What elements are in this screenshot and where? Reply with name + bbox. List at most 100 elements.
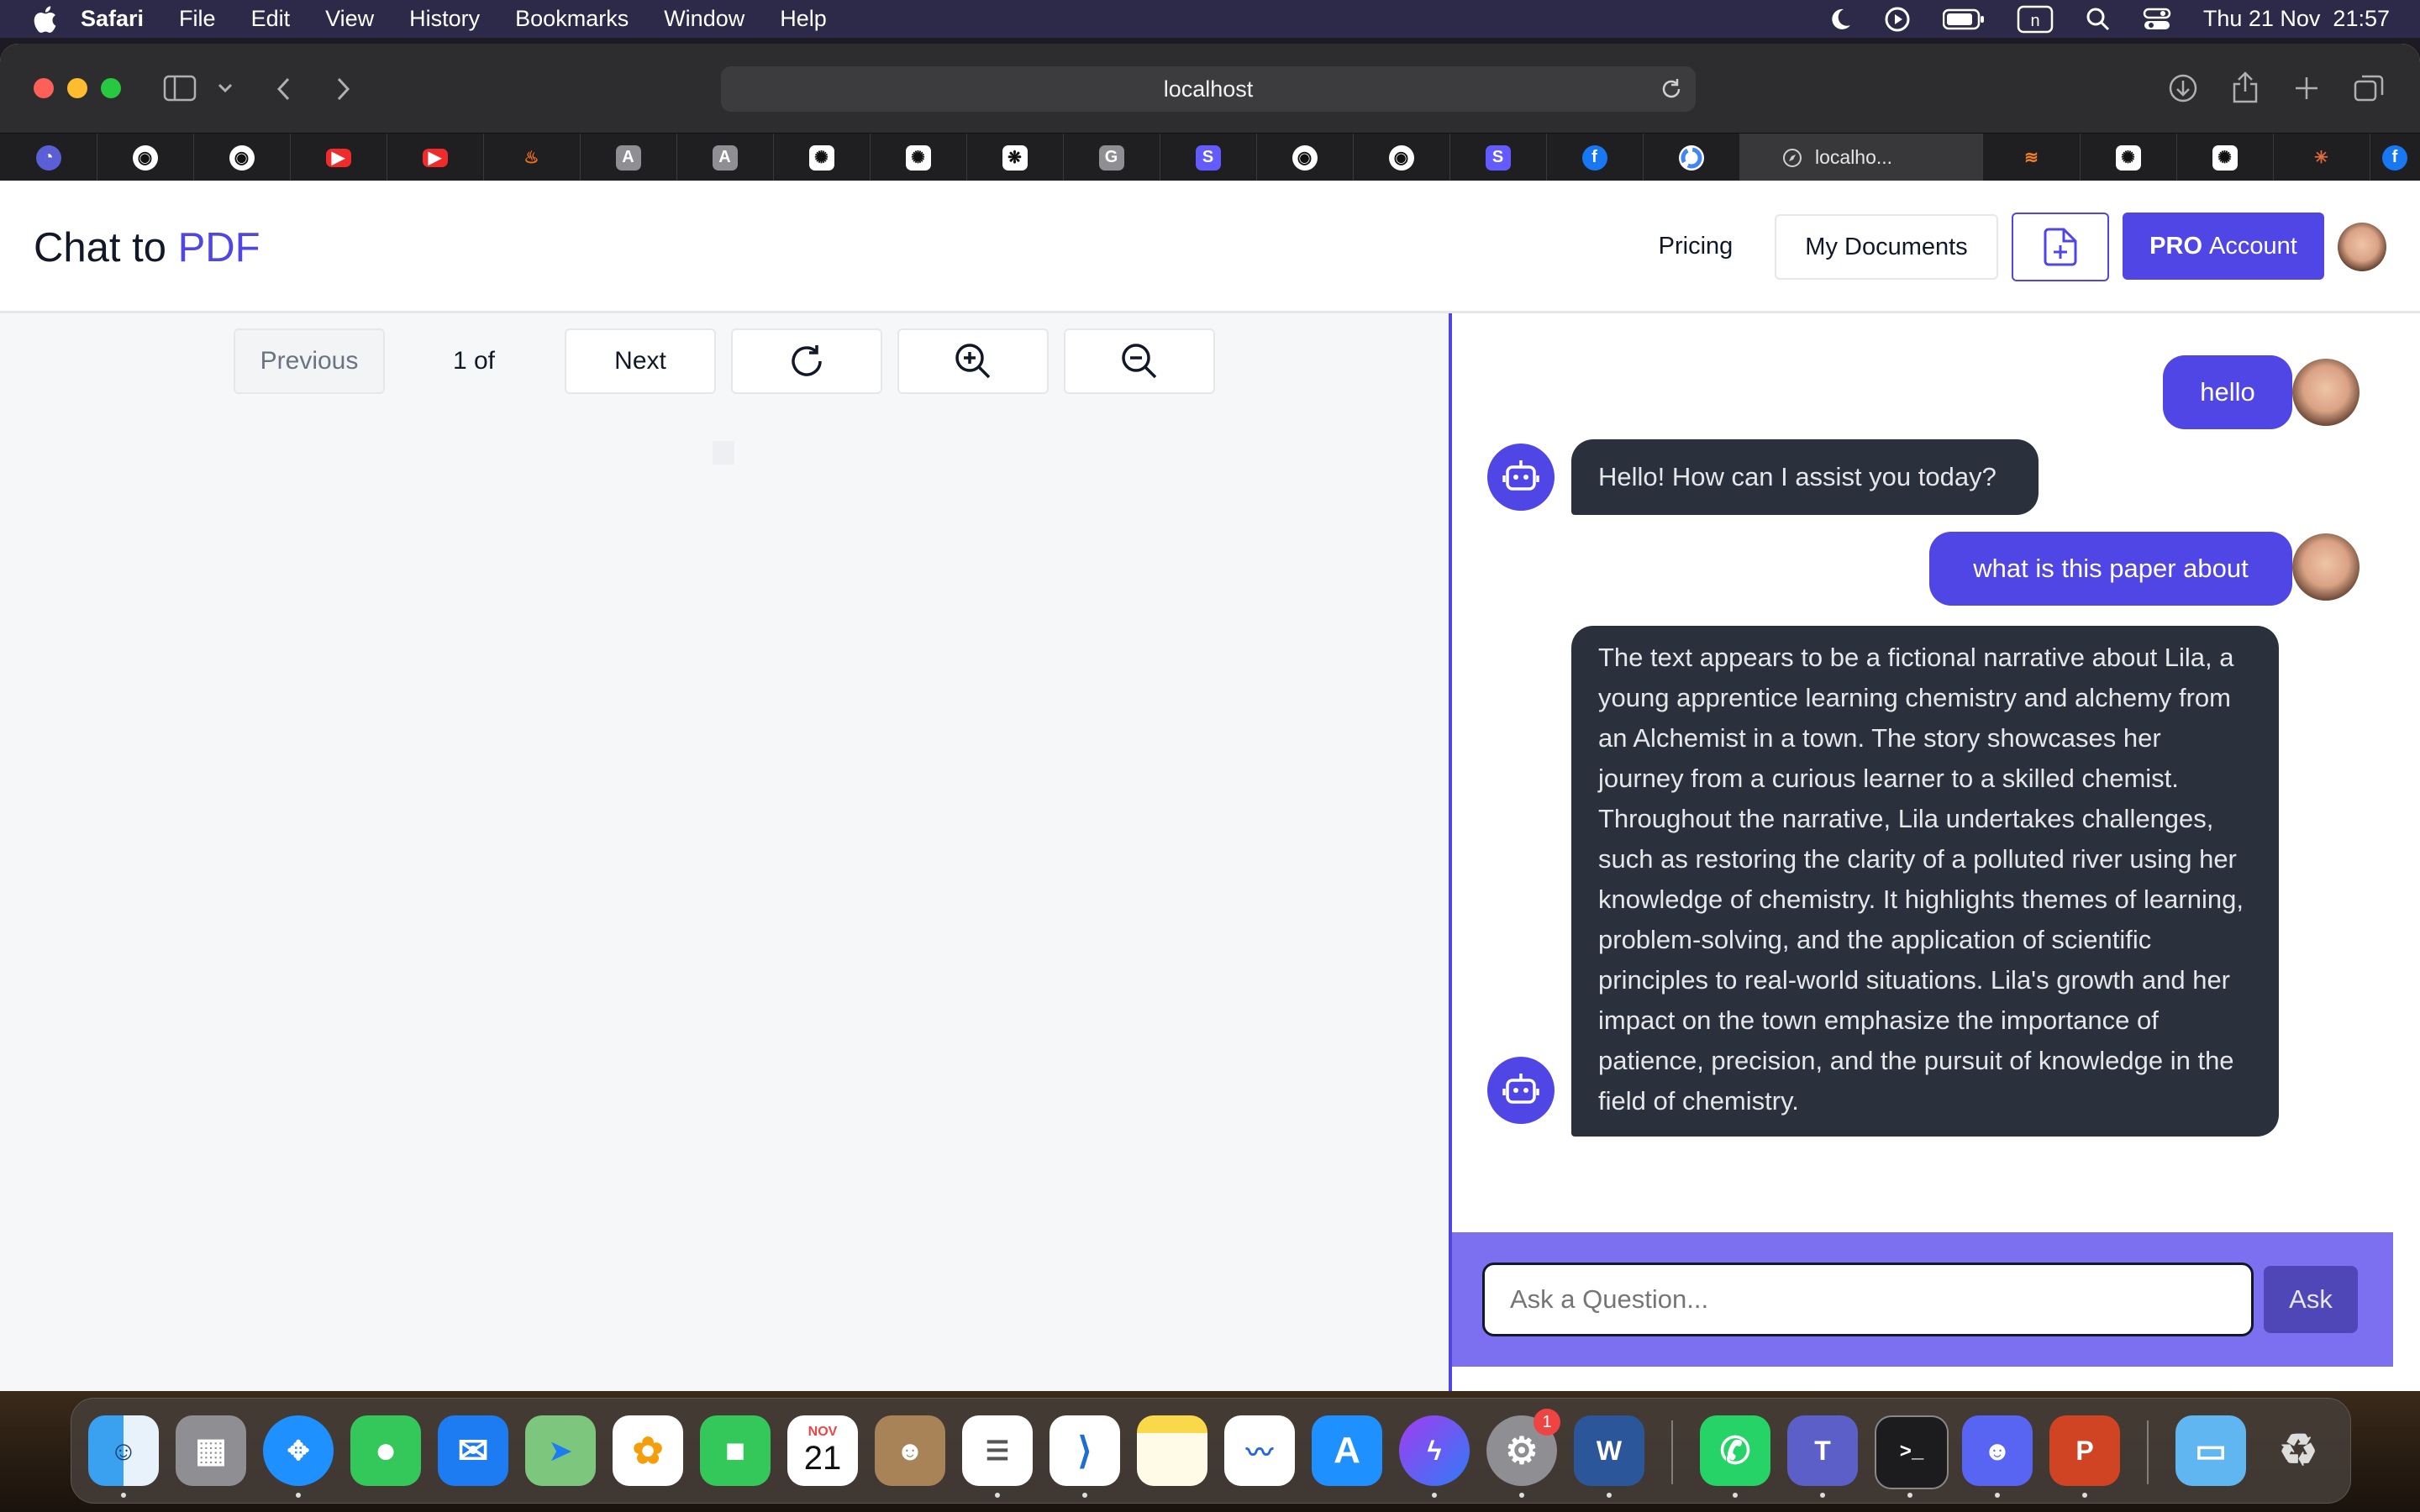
bot-avatar [1487,1057,1555,1124]
menu-edit[interactable]: Edit [251,6,291,32]
powerpoint-icon[interactable]: P [2049,1415,2120,1486]
menu-bar: Safari File Edit View History Bookmarks … [0,0,2420,38]
tab-24[interactable]: f [2370,134,2420,181]
new-tab-icon[interactable] [2293,75,2320,102]
moon-icon[interactable] [1827,7,1852,32]
menu-file[interactable]: File [179,6,216,32]
close-window-button[interactable] [34,78,54,98]
trash-icon[interactable]: ♻ [2263,1415,2333,1486]
battery-icon[interactable] [1942,8,1985,30]
tab-22[interactable]: ✺ [2176,134,2274,181]
tab-13[interactable]: S [1160,134,1257,181]
chevron-down-icon[interactable] [217,81,234,95]
reminders-icon[interactable]: ☰ [962,1415,1033,1486]
freeform-icon[interactable]: 〰 [1224,1415,1295,1486]
minimize-window-button[interactable] [67,78,87,98]
zoom-out-button[interactable] [1064,328,1215,394]
word-icon[interactable]: W [1574,1415,1644,1486]
user-message: hello [2163,355,2292,429]
maps-icon[interactable]: ➤ [525,1415,596,1486]
tab-1[interactable]: ◔ [0,134,97,181]
tab-5[interactable]: ▶ [387,134,484,181]
facebook-icon: f [2382,144,2407,171]
zoom-in-button[interactable] [897,328,1049,394]
pricing-link[interactable]: Pricing [1637,214,1754,278]
tab-4[interactable]: ▶ [290,134,387,181]
user-avatar[interactable] [2338,223,2386,271]
rotate-button[interactable] [731,328,882,394]
menu-app-name[interactable]: Safari [81,6,144,32]
tab-active[interactable]: localho... [1739,134,1983,181]
vscode-icon[interactable]: ⟩ [1050,1415,1120,1486]
bot-message: Hello! How can I assist you today? [1571,439,2039,515]
tab-8[interactable]: A [676,134,774,181]
terminal-icon[interactable]: >_ [1875,1415,1949,1489]
whatsapp-icon[interactable]: ✆ [1700,1415,1770,1486]
tab-16[interactable]: S [1449,134,1547,181]
next-page-button[interactable]: Next [565,328,716,394]
downloads-icon[interactable] [2168,73,2198,103]
tab-11[interactable]: ❋ [966,134,1064,181]
tab-9[interactable]: ✺ [773,134,871,181]
facetime-icon[interactable]: ■ [700,1415,771,1486]
menu-clock[interactable]: Thu 21 Nov 21:57 [2203,6,2390,32]
discord-icon[interactable]: ☻ [1962,1415,2033,1486]
messages-icon[interactable]: ● [350,1415,421,1486]
tab-3[interactable]: ◉ [193,134,291,181]
menu-bookmarks[interactable]: Bookmarks [515,6,629,32]
forward-icon[interactable] [332,76,354,102]
tab-overview-icon[interactable] [2353,73,2385,103]
search-icon[interactable] [2086,7,2111,32]
question-form: Ask [1452,1232,2393,1367]
n-app-icon[interactable]: n [2017,5,2054,34]
my-documents-button[interactable]: My Documents [1775,214,1998,280]
calendar-icon[interactable]: NOV 21 [787,1415,858,1486]
upload-document-button[interactable] [2012,213,2109,281]
tab-17[interactable]: f [1546,134,1644,181]
tab-2[interactable]: ◉ [97,134,194,181]
running-indicator [2082,1493,2087,1498]
pro-account-button[interactable]: PRO Account [2123,213,2324,280]
messenger-icon[interactable]: ϟ [1399,1415,1470,1486]
tab-20[interactable]: ≋ [1983,134,2081,181]
tab-21[interactable]: ✺ [2080,134,2177,181]
safari-icon[interactable]: ✥ [263,1415,334,1486]
control-center-icon[interactable] [2143,7,2171,32]
back-icon[interactable] [273,76,295,102]
play-circle-icon[interactable] [1884,6,1911,33]
menu-history[interactable]: History [409,6,480,32]
address-bar[interactable]: localhost [721,66,1696,112]
tab-12[interactable]: G [1063,134,1160,181]
menu-window[interactable]: Window [664,6,744,32]
apple-logo-icon[interactable] [32,5,57,34]
question-input[interactable] [1482,1263,2254,1336]
tab-18[interactable] [1643,134,1740,181]
tab-23[interactable]: ✳ [2273,134,2370,181]
contacts-icon[interactable]: ☻ [875,1415,945,1486]
tab-15[interactable]: ◉ [1353,134,1450,181]
menu-view[interactable]: View [325,6,374,32]
calendar-day: 21 [803,1440,842,1477]
folder-icon[interactable]: ▭ [2175,1415,2246,1486]
tab-7[interactable]: A [580,134,677,181]
reload-icon[interactable] [1659,76,1684,102]
tab-10[interactable]: ✺ [870,134,967,181]
sidebar-icon[interactable] [163,75,197,102]
photos-icon[interactable]: ✿ [613,1415,683,1486]
dock-separator [1671,1420,1673,1484]
mail-icon[interactable]: ✉ [438,1415,508,1486]
zoom-window-button[interactable] [101,78,121,98]
bot-avatar [1487,444,1555,511]
launchpad-icon[interactable]: ▦ [176,1415,246,1486]
tab-6[interactable]: ♨ [483,134,581,181]
tab-14[interactable]: ◉ [1256,134,1354,181]
previous-page-button[interactable]: Previous [234,328,385,394]
share-icon[interactable] [2231,71,2260,104]
teams-icon[interactable]: T [1787,1415,1858,1486]
brand-logo[interactable]: Chat to PDF [34,224,260,271]
app-store-icon[interactable]: A [1312,1415,1382,1486]
ask-button[interactable]: Ask [2264,1266,2358,1333]
notes-icon[interactable] [1137,1415,1207,1486]
menu-help[interactable]: Help [780,6,827,32]
finder-icon[interactable]: ☺ [88,1415,159,1486]
